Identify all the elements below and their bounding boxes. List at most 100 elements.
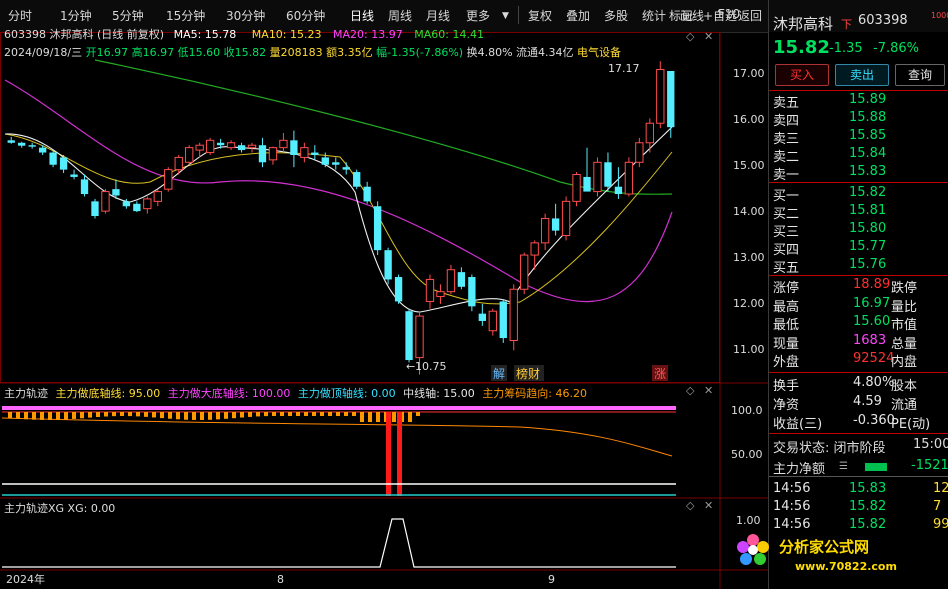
stat2-value: -0.360 bbox=[853, 413, 895, 428]
diamond-icon[interactable]: ◇ bbox=[686, 30, 694, 43]
low-annotation: 10.75 bbox=[415, 360, 447, 373]
stat-value: 16.97 bbox=[853, 295, 891, 311]
tag-zhang: 涨 bbox=[654, 366, 666, 381]
tag-bangcai: 榜财 bbox=[516, 366, 540, 381]
period-tab-1min[interactable]: 1分钟 bbox=[60, 7, 92, 24]
ind1-bar bbox=[144, 412, 148, 417]
period-tab-60min[interactable]: 60分钟 bbox=[286, 7, 325, 24]
tick-time: 14:56 bbox=[773, 517, 811, 532]
price-tick: 17.00 bbox=[733, 67, 765, 80]
period-tab-15min[interactable]: 15分钟 bbox=[166, 7, 205, 24]
more-dropdown-icon[interactable]: ▼ bbox=[502, 11, 509, 21]
stat-right-label: 内盘 bbox=[891, 355, 918, 370]
tag-jie: 解 bbox=[493, 367, 505, 381]
period-tab-week[interactable]: 周线 bbox=[388, 7, 412, 24]
last-price: 15.82 bbox=[773, 37, 830, 58]
query-button[interactable]: 查询 bbox=[895, 64, 945, 86]
stat2-right-label: PE(动) bbox=[891, 417, 931, 432]
candle-body bbox=[363, 186, 371, 202]
ind2-close-icon[interactable]: ✕ bbox=[704, 499, 713, 512]
multi-stock-button[interactable]: 多股 bbox=[604, 7, 628, 24]
ind1-bar bbox=[376, 412, 380, 422]
info-float: 流通4.34亿 bbox=[516, 46, 574, 59]
period-tab-30min[interactable]: 30分钟 bbox=[226, 7, 265, 24]
ind1-name: 主力轨迹 bbox=[4, 387, 48, 400]
ind1-bar bbox=[256, 412, 260, 417]
candle-body bbox=[38, 147, 47, 153]
ind1-bar bbox=[280, 412, 284, 416]
xaxis-sep: 9 bbox=[548, 573, 555, 586]
candle-body bbox=[520, 254, 529, 290]
period-tab-more[interactable]: 更多 bbox=[466, 7, 490, 24]
ind1-bar bbox=[64, 412, 68, 420]
ind1-bar bbox=[56, 412, 60, 420]
info-amount: 额3.35亿 bbox=[326, 46, 373, 59]
ask-price: 15.84 bbox=[849, 146, 887, 161]
stat2-label: 换手 bbox=[773, 379, 800, 394]
ind1-bar bbox=[120, 412, 124, 417]
close-icon[interactable]: ✕ bbox=[704, 30, 713, 43]
back-button[interactable]: 返回 bbox=[738, 7, 762, 24]
candle-body bbox=[18, 142, 26, 146]
list-icon[interactable]: ☰ bbox=[839, 461, 848, 472]
price-tick: 14.00 bbox=[733, 205, 765, 218]
bid-label: 买二 bbox=[773, 207, 800, 222]
ind1-bar bbox=[24, 412, 28, 420]
candle-body bbox=[604, 162, 612, 187]
ind1-bar bbox=[32, 412, 36, 420]
net-value: -1521 bbox=[911, 458, 948, 473]
ind1-bar bbox=[392, 412, 396, 422]
mark-button[interactable]: 标记 bbox=[669, 7, 693, 24]
info-volume: 量208183 bbox=[269, 46, 323, 59]
ind1-bar bbox=[336, 412, 340, 416]
overlay-button[interactable]: 叠加 bbox=[566, 7, 590, 24]
period-tab-day[interactable]: 日线 bbox=[350, 7, 374, 24]
stat-label: 现量 bbox=[773, 336, 800, 352]
candle-body bbox=[425, 278, 435, 302]
kline-chart-area[interactable]: 17.17 10.75 ← 解 榜财 涨 17.00 16.00 15.00 1… bbox=[0, 28, 768, 589]
period-tab-month[interactable]: 月线 bbox=[426, 7, 450, 24]
candle-body bbox=[195, 144, 204, 151]
ind1-line5: 主力筹码趋向: 46.20 bbox=[482, 387, 588, 400]
candles-group bbox=[7, 61, 675, 375]
ind1-bar bbox=[128, 412, 132, 417]
candle-body bbox=[59, 157, 68, 170]
candle-body bbox=[205, 139, 215, 154]
ind1-bar bbox=[208, 412, 212, 420]
ind1-line2: 主力做大底轴线: 100.00 bbox=[167, 387, 291, 400]
candle-body bbox=[133, 203, 141, 212]
candle-body bbox=[499, 301, 507, 339]
sell-button[interactable]: 卖出 bbox=[835, 64, 889, 86]
ind1-line4: 中线轴: 15.00 bbox=[403, 387, 475, 400]
candle-body bbox=[478, 313, 486, 321]
ind1-axis-tick: 100.0 bbox=[731, 404, 763, 417]
ask-label: 卖一 bbox=[773, 168, 800, 183]
candle-body bbox=[258, 145, 267, 163]
buy-button[interactable]: 买入 bbox=[775, 64, 829, 86]
period-tab-5min[interactable]: 5分钟 bbox=[112, 7, 144, 24]
stat-label: 外盘 bbox=[773, 355, 800, 370]
ma60-label: MA60: 14.41 bbox=[414, 28, 484, 41]
bid-label: 买一 bbox=[773, 189, 800, 204]
ind2-diamond-icon[interactable]: ◇ bbox=[686, 499, 694, 512]
tick-time: 14:56 bbox=[773, 499, 811, 514]
ind1-bar bbox=[152, 412, 156, 418]
candle-body bbox=[645, 122, 654, 144]
fuquan-button[interactable]: 复权 bbox=[528, 7, 552, 24]
stats-button[interactable]: 统计 bbox=[642, 7, 666, 24]
ind1-bar bbox=[160, 412, 164, 419]
stat2-label: 收益(三) bbox=[773, 417, 823, 432]
ind1-close-icon[interactable]: ✕ bbox=[704, 384, 713, 397]
bid-label: 买四 bbox=[773, 243, 800, 258]
candle-body bbox=[311, 152, 319, 155]
watermark-flower-logo bbox=[735, 532, 769, 565]
candle-body bbox=[321, 157, 329, 165]
period-tab-fenshi[interactable]: 分时 bbox=[8, 7, 32, 24]
price-tick: 12.00 bbox=[733, 297, 765, 310]
tick-time: 14:56 bbox=[773, 481, 811, 496]
trade-state: 交易状态: 闭市阶段 bbox=[773, 441, 886, 456]
ind1-diamond-icon[interactable]: ◇ bbox=[686, 384, 694, 397]
add-watchlist-button[interactable]: +自选 bbox=[703, 7, 737, 24]
ind1-bar bbox=[192, 412, 196, 420]
net-label: 主力净额 bbox=[773, 462, 826, 477]
